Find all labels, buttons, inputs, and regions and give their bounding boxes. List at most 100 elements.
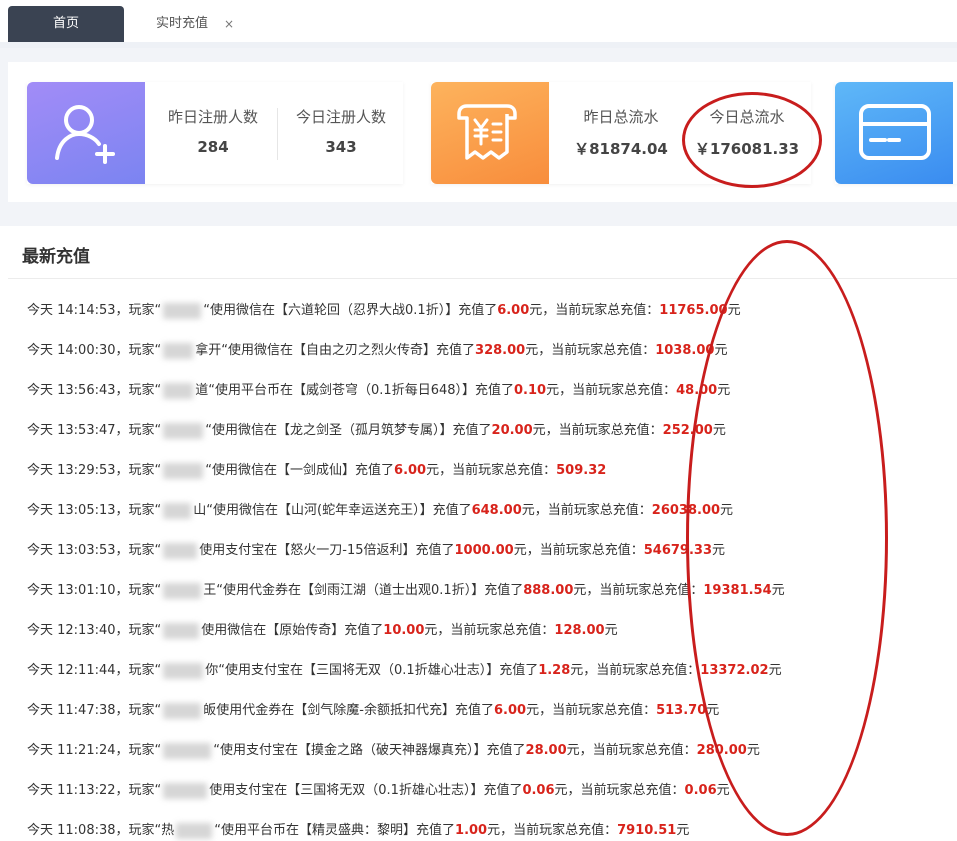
record-amount: 1.28: [538, 663, 571, 678]
record-method: 使用微信在【自由之刃之烈火传奇】充值了: [228, 343, 476, 358]
redacted-name: [163, 662, 204, 679]
record-amount: 888.00: [523, 583, 574, 598]
stats-container: 昨日注册人数 284 今日注册人数 343 昨日总流水 ￥81874.04 今日…: [8, 62, 957, 202]
record-end: 元: [768, 663, 782, 678]
record-time: 今天 13:29:53，玩家“: [27, 463, 162, 478]
tab-bar: 首页 实时充值 ×: [0, 0, 957, 48]
list-item: 今天 14:14:53，玩家“ “使用微信在【六道轮回（忍界大战0.1折）】充值了…: [27, 296, 785, 336]
stat-value: 284: [197, 138, 229, 156]
record-end: 元: [716, 783, 730, 798]
redacted-name: [163, 502, 192, 519]
record-mid: 元，当前玩家总充值：: [529, 303, 660, 318]
redacted-name: [163, 382, 194, 399]
record-amount: 1000.00: [454, 543, 514, 558]
record-mid: 元，当前玩家总充值：: [554, 783, 685, 798]
redacted-name: [163, 702, 202, 719]
record-total: 128.00: [554, 623, 605, 638]
record-time: 今天 13:53:47，玩家“: [27, 423, 162, 438]
record-time: 今天 11:47:38，玩家“: [27, 703, 162, 718]
record-mid: 元，当前玩家总充值：: [573, 583, 704, 598]
record-method: 使用支付宝在【怒火一刀-15倍返利】充值了: [199, 543, 455, 558]
record-total: 513.70: [656, 703, 707, 718]
record-amount: 1.00: [455, 823, 488, 838]
record-total: 19381.54: [703, 583, 772, 598]
add-user-icon: [27, 82, 145, 184]
record-end: 元: [706, 703, 720, 718]
redacted-name: [163, 782, 208, 799]
registration-card: 昨日注册人数 284 今日注册人数 343: [27, 82, 403, 184]
redacted-name: [163, 582, 202, 599]
record-total: 509.32: [556, 463, 607, 478]
stat-label: 今日注册人数: [295, 108, 386, 126]
record-total: 7910.51: [617, 823, 677, 838]
record-time: 今天 11:13:22，玩家“: [27, 783, 162, 798]
record-method: 使用微信在【龙之剑圣（孤月筑梦专属）】充值了: [212, 423, 492, 438]
record-name: 皈: [203, 703, 217, 718]
list-item: 今天 13:05:13，玩家“ 山“使用微信在【山河(蛇年幸运送充王）】充值了64…: [27, 496, 785, 536]
record-time: 今天 11:21:24，玩家“: [27, 743, 162, 758]
record-end: 元: [676, 823, 690, 838]
tab-home[interactable]: 首页: [8, 6, 124, 42]
record-name: “: [205, 463, 213, 478]
panel-divider: [8, 278, 957, 279]
record-mid: 元，当前玩家总充值：: [487, 823, 618, 838]
record-amount: 0.10: [514, 383, 547, 398]
record-name: 王“: [203, 583, 224, 598]
tab-realtime-recharge[interactable]: 实时充值 ×: [126, 6, 244, 42]
revenue-card: 昨日总流水 ￥81874.04 今日总流水 ￥176081.33: [431, 82, 811, 184]
record-method: 使用微信在【一剑成仙】充值了: [212, 463, 395, 478]
stats-section: 昨日注册人数 284 今日注册人数 343 昨日总流水 ￥81874.04 今日…: [0, 48, 957, 208]
record-name: “: [203, 303, 211, 318]
record-mid: 元，当前玩家总充值：: [546, 383, 677, 398]
recharge-list: 今天 14:14:53，玩家“ “使用微信在【六道轮回（忍界大战0.1折）】充值了…: [27, 296, 785, 841]
record-time: 今天 13:56:43，玩家“: [27, 383, 162, 398]
record-method: 使用代金券在【剑气除魔-余额抵扣代充】充值了: [216, 703, 494, 718]
record-time: 今天 13:05:13，玩家“: [27, 503, 162, 518]
list-item: 今天 13:53:47，玩家“ “使用微信在【龙之剑圣（孤月筑梦专属）】充值了20…: [27, 416, 785, 456]
record-method: 使用微信在【原始传奇】充值了: [201, 623, 384, 638]
record-name: 你“: [205, 663, 226, 678]
record-mid: 元，当前玩家总充值：: [570, 663, 701, 678]
stat-today-registered: 今日注册人数 343: [277, 82, 405, 184]
record-mid: 元，当前玩家总充值：: [532, 423, 663, 438]
record-total: 252.00: [662, 423, 713, 438]
latest-recharge-panel: 最新充值 今天 14:14:53，玩家“ “使用微信在【六道轮回（忍界大战0.1折…: [8, 226, 957, 841]
tab-realtime-recharge-label: 实时充值: [156, 16, 209, 31]
list-item: 今天 11:13:22，玩家“ 使用支付宝在【三国将无双（0.1折雄心壮志）】充值…: [27, 776, 785, 816]
list-item: 今天 13:56:43，玩家“ 道“使用平台币在【威剑苍穹（0.1折每日648）】…: [27, 376, 785, 416]
record-mid: 元，当前玩家总充值：: [521, 503, 652, 518]
record-time: 今天 14:14:53，玩家“: [27, 303, 162, 318]
record-name: “: [205, 423, 213, 438]
credit-card-icon: [835, 82, 953, 184]
record-time: 今天 13:01:10，玩家“: [27, 583, 162, 598]
record-total: 11765.00: [659, 303, 728, 318]
close-icon[interactable]: ×: [224, 6, 234, 42]
record-amount: 10.00: [383, 623, 425, 638]
record-method: 使用微信在【六道轮回（忍界大战0.1折）】充值了: [210, 303, 498, 318]
list-item: 今天 13:01:10，玩家“ 王“使用代金券在【剑雨江湖（道士出观0.1折）】充…: [27, 576, 785, 616]
stat-today-revenue: 今日总流水 ￥176081.33: [687, 82, 807, 184]
record-end: 元: [746, 743, 760, 758]
record-amount: 6.00: [497, 303, 530, 318]
record-end: 元: [712, 543, 726, 558]
receipt-icon: [431, 82, 549, 184]
record-method: 使用支付宝在【三国将无双（0.1折雄心壮志）】充值了: [209, 783, 523, 798]
list-item: 今天 11:21:24，玩家“ “使用支付宝在【摸金之路（破天神器爆真充）】充值了…: [27, 736, 785, 776]
record-amount: 28.00: [525, 743, 567, 758]
record-end: 元: [717, 383, 731, 398]
record-end: 元: [727, 303, 741, 318]
record-total: 48.00: [676, 383, 718, 398]
list-item: 今天 11:08:38，玩家“热 “使用平台币在【精灵盛典：黎明】充值了1.00元…: [27, 816, 785, 841]
record-end: 元: [720, 503, 734, 518]
record-mid: 元，当前玩家总充值：: [525, 343, 656, 358]
redacted-name: [176, 822, 213, 839]
stat-label: 昨日注册人数: [167, 108, 258, 126]
record-total: 1038.00: [655, 343, 715, 358]
record-end: 元: [714, 343, 728, 358]
record-name: 道“: [195, 383, 216, 398]
redacted-name: [163, 422, 204, 439]
record-end: 元: [604, 623, 618, 638]
stat-label: 今日总流水: [709, 108, 785, 126]
panel-title: 最新充值: [22, 247, 90, 267]
record-name: “: [213, 743, 221, 758]
